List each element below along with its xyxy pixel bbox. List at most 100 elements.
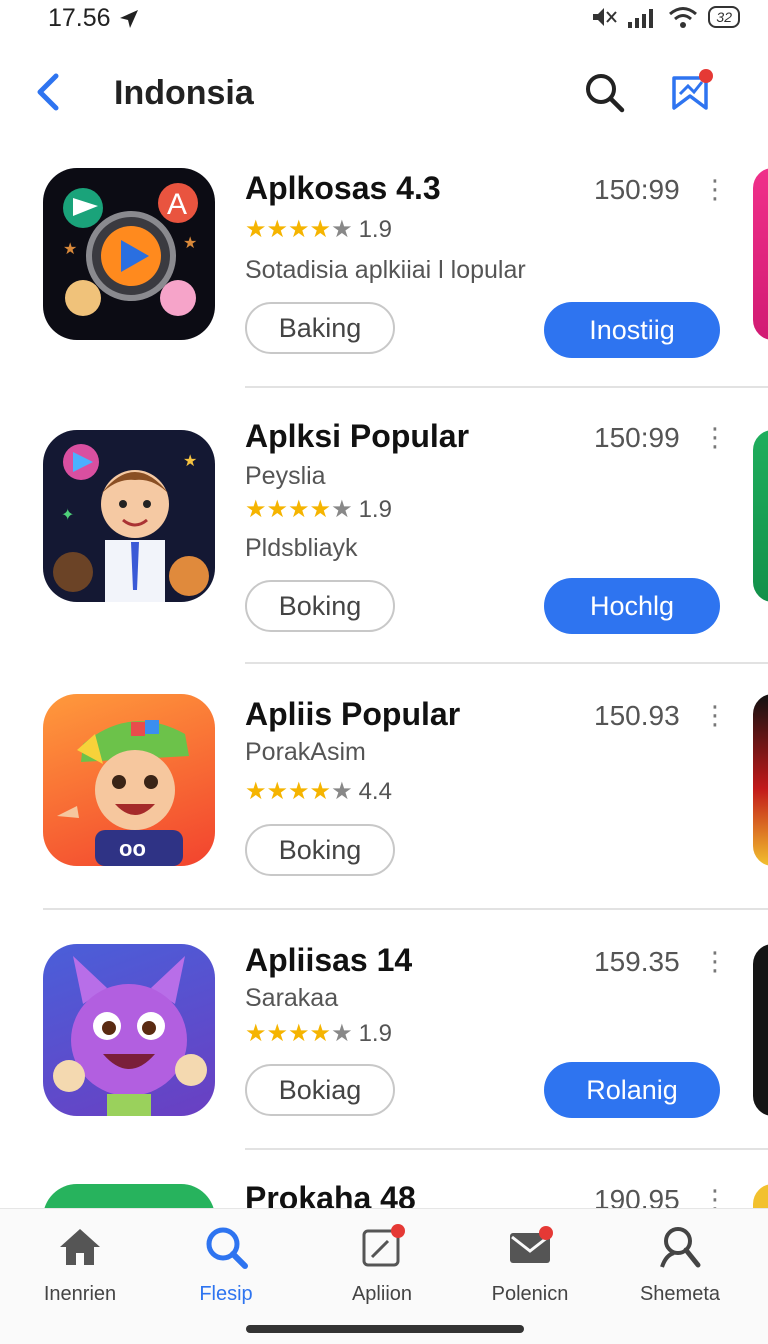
- app-developer: Sarakaa: [245, 984, 339, 1012]
- svg-text:oo: oo: [119, 836, 146, 861]
- next-card-peek[interactable]: [753, 168, 768, 340]
- svg-text:✦: ✦: [61, 505, 74, 524]
- secondary-button[interactable]: Bokiag: [245, 1064, 395, 1116]
- saved-button[interactable]: [668, 68, 716, 116]
- app-artwork-player-icon: A ★ ★: [63, 183, 198, 316]
- app-name: Apliis Popular: [245, 696, 461, 732]
- rating-value: 1.9: [358, 496, 392, 523]
- search-icon: [206, 1227, 248, 1269]
- app-icon[interactable]: [43, 1184, 215, 1208]
- nav-label: Flesip: [199, 1283, 253, 1305]
- rating-value: 1.9: [358, 216, 392, 243]
- app-name: Aplkosas 4.3: [245, 170, 441, 206]
- chevron-left-icon: [37, 73, 59, 111]
- list-item[interactable]: oo Apliis Popular 150.93 ⋮ PorakAsim ★ ★ ★…: [0, 664, 768, 912]
- signal-icon: [628, 9, 654, 28]
- star-icon: ★: [266, 216, 289, 243]
- nav-item-search[interactable]: Flesip: [156, 1223, 296, 1305]
- install-button[interactable]: Inostiig: [544, 302, 720, 358]
- svg-text:★: ★: [63, 239, 77, 258]
- next-card-peek[interactable]: [753, 1184, 768, 1208]
- status-bar: 17.56 32: [0, 0, 768, 40]
- app-name: Aplksi Popular: [245, 418, 470, 454]
- star-icon: ★: [245, 1020, 267, 1047]
- app-size: 190.95: [594, 1184, 680, 1208]
- app-developer: PorakAsim: [245, 738, 366, 766]
- rating: ★ ★ ★ ★ ★ 1.9: [245, 216, 392, 244]
- more-options-button[interactable]: ⋮: [702, 946, 728, 977]
- app-icon[interactable]: [43, 944, 215, 1116]
- mute-icon: [593, 8, 618, 26]
- app-name: Prokaha 48: [245, 1180, 416, 1208]
- next-card-peek[interactable]: [753, 694, 768, 866]
- app-name: Apliisas 14: [245, 942, 413, 978]
- app-description: Pldsbliayk: [245, 534, 358, 562]
- search-button[interactable]: [582, 70, 626, 114]
- location-arrow-icon: [119, 9, 138, 28]
- more-options-button[interactable]: ⋮: [702, 1184, 728, 1208]
- app-artwork-monster-icon: [53, 956, 207, 1116]
- nav-item-home[interactable]: Inenrien: [10, 1223, 150, 1305]
- wifi-icon: [669, 7, 698, 28]
- app-icon[interactable]: ★ ✦: [43, 430, 215, 602]
- star-icon: ★: [288, 778, 310, 805]
- divider: [43, 908, 768, 910]
- app-size: 150:99: [594, 422, 680, 453]
- list-item[interactable]: Prokaha 48 190.95 ⋮: [0, 1150, 768, 1208]
- rating-value: 1.9: [358, 1020, 392, 1047]
- rating: ★ ★ ★ ★ ★ 1.9: [245, 496, 392, 524]
- star-icon: ★: [245, 496, 267, 523]
- next-card-peek[interactable]: [753, 430, 768, 602]
- rating-value: 4.4: [358, 778, 392, 805]
- svg-text:★: ★: [183, 451, 197, 470]
- nav-label: Polenicn: [491, 1283, 569, 1305]
- secondary-button[interactable]: Baking: [245, 302, 395, 354]
- back-button[interactable]: [30, 68, 66, 116]
- star-icon: ★: [309, 496, 332, 523]
- app-icon[interactable]: A ★ ★: [43, 168, 215, 340]
- home-indicator[interactable]: [246, 1325, 524, 1333]
- status-time: 17.56: [48, 4, 141, 33]
- app-list: A ★ ★ Aplkosas 4.3 150:99 ⋮ ★ ★ ★ ★ ★ 1.9 So…: [0, 150, 768, 1208]
- star-icon: ★: [245, 216, 267, 243]
- list-item[interactable]: ★ ✦ Aplksi Popular 150:99 ⋮ Peyslia ★ ★ ★ ★…: [0, 388, 768, 664]
- star-icon: ★: [331, 1020, 353, 1047]
- next-card-peek[interactable]: [753, 944, 768, 1116]
- profile-icon: [660, 1227, 701, 1268]
- home-icon: [60, 1229, 100, 1265]
- secondary-button[interactable]: Boking: [245, 824, 395, 876]
- more-options-button[interactable]: ⋮: [702, 422, 728, 453]
- nav-item-apps[interactable]: Apliion: [312, 1223, 452, 1305]
- star-icon: ★: [288, 216, 310, 243]
- star-icon: ★: [331, 216, 353, 243]
- status-icons: 32: [590, 5, 740, 29]
- app-description: Sotadisia aplkiiai l lopular: [245, 256, 526, 284]
- star-rating: ★ ★ ★ ★ ★: [245, 498, 353, 522]
- app-size: 150:99: [594, 174, 680, 205]
- svg-text:A: A: [167, 188, 187, 221]
- app-developer: Peyslia: [245, 462, 326, 490]
- nav-label: Apliion: [351, 1283, 413, 1305]
- secondary-button[interactable]: Boking: [245, 580, 395, 632]
- list-item[interactable]: Apliisas 14 159.35 ⋮ Sarakaa ★ ★ ★ ★ ★ 1.9 B…: [0, 912, 768, 1150]
- star-icon: ★: [309, 778, 332, 805]
- star-icon: ★: [309, 216, 332, 243]
- list-item[interactable]: A ★ ★ Aplkosas 4.3 150:99 ⋮ ★ ★ ★ ★ ★ 1.9 So…: [0, 150, 768, 388]
- install-button[interactable]: Hochlg: [544, 578, 720, 634]
- more-options-button[interactable]: ⋮: [702, 174, 728, 205]
- nav-label: Shemeta: [639, 1283, 721, 1305]
- nav-label: Inenrien: [43, 1283, 117, 1305]
- top-app-bar: Indonsia: [0, 60, 768, 124]
- app-icon[interactable]: oo: [43, 694, 215, 866]
- star-icon: ★: [266, 1020, 289, 1047]
- nav-item-messages[interactable]: Polenicn: [460, 1223, 600, 1305]
- app-size: 150.93: [594, 700, 680, 731]
- nav-item-profile[interactable]: Shemeta: [610, 1223, 750, 1305]
- install-button[interactable]: Rolanig: [544, 1062, 720, 1118]
- app-size: 159.35: [594, 946, 680, 977]
- star-rating: ★ ★ ★ ★ ★: [245, 1022, 353, 1046]
- app-artwork-character-icon: ★ ✦: [53, 444, 209, 602]
- star-icon: ★: [266, 496, 289, 523]
- more-options-button[interactable]: ⋮: [702, 700, 728, 731]
- star-icon: ★: [288, 496, 310, 523]
